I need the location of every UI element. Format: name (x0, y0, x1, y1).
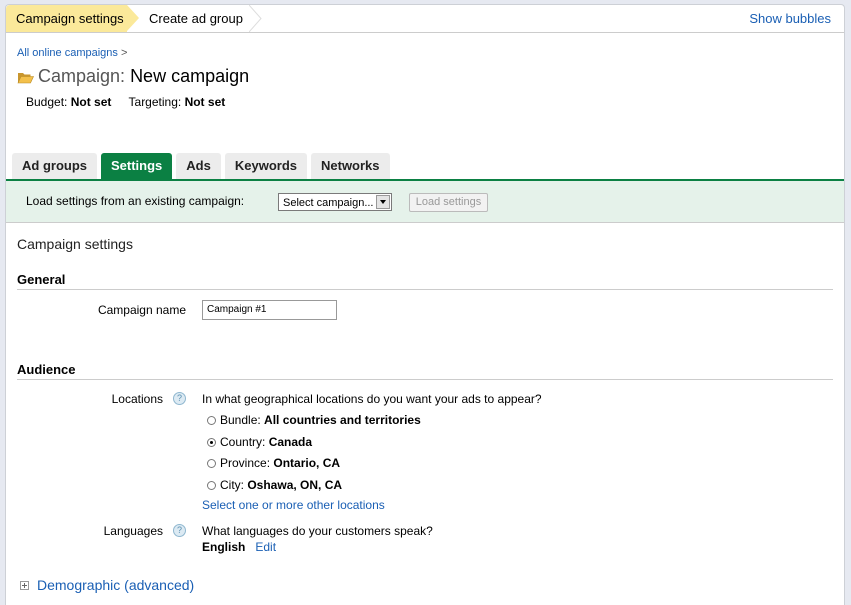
page-title: Campaign: New campaign (17, 65, 249, 87)
tab-ad-groups[interactable]: Ad groups (12, 153, 97, 179)
budget-label: Budget: (26, 95, 68, 109)
breadcrumb-separator: > (120, 47, 128, 59)
language-value: English (202, 540, 246, 554)
tab-keywords[interactable]: Keywords (224, 153, 307, 179)
tab-networks[interactable]: Networks (311, 153, 390, 179)
breadcrumb: All online campaigns > (17, 47, 127, 59)
help-icon[interactable]: ? (173, 392, 186, 405)
campaign-select-value: Select campaign... (283, 197, 374, 209)
expand-plus-icon[interactable] (20, 581, 29, 590)
load-settings-bar: Load settings from an existing campaign:… (6, 181, 844, 223)
general-heading: General (17, 272, 833, 290)
load-settings-label: Load settings from an existing campaign: (26, 194, 245, 208)
option-type: City: (220, 478, 244, 492)
show-bubbles-link[interactable]: Show bubbles (749, 5, 831, 32)
option-type: Bundle: (220, 413, 261, 427)
option-type: Country: (220, 435, 266, 449)
tab-ads[interactable]: Ads (176, 153, 221, 179)
option-type: Province: (220, 456, 271, 470)
location-option-country[interactable]: Country: Canada (207, 435, 312, 449)
campaign-select[interactable]: Select campaign... (278, 193, 392, 211)
select-other-locations-link[interactable]: Select one or more other locations (202, 498, 385, 512)
demographic-expander[interactable]: Demographic (advanced) (20, 577, 194, 593)
radio-button-selected[interactable] (207, 438, 216, 447)
section-title: Campaign settings (17, 236, 133, 252)
breadcrumb-all-online-campaigns[interactable]: All online campaigns (17, 47, 118, 59)
option-value: Ontario, CA (273, 456, 341, 470)
option-value: All countries and territories (264, 413, 421, 427)
locations-label: Locations (111, 392, 163, 406)
dropdown-arrow-icon[interactable] (376, 195, 390, 209)
wizard-step-campaign-settings[interactable]: Campaign settings (6, 5, 127, 32)
languages-question: What languages do your customers speak? (202, 524, 433, 538)
radio-button[interactable] (207, 481, 216, 490)
location-option-province[interactable]: Province: Ontario, CA (207, 456, 340, 470)
budget-value: Not set (70, 95, 112, 109)
radio-button[interactable] (207, 459, 216, 468)
targeting-label: Targeting: (128, 95, 182, 109)
tab-bar: Ad groups Settings Ads Keywords Networks (12, 153, 394, 179)
languages-label: Languages (103, 524, 163, 538)
step-arrow (249, 5, 262, 32)
load-settings-button[interactable]: Load settings (409, 193, 488, 212)
locations-question: In what geographical locations do you wa… (202, 392, 542, 406)
radio-button[interactable] (207, 416, 216, 425)
wizard-step-create-ad-group[interactable]: Create ad group (139, 5, 259, 32)
option-value: Oshawa, ON, CA (247, 478, 343, 492)
demographic-label: Demographic (advanced) (37, 577, 195, 593)
main-panel: Campaign settings Create ad group Show b… (5, 4, 845, 605)
help-icon[interactable]: ? (173, 524, 186, 537)
title-prefix: Campaign: (38, 66, 126, 86)
location-option-city[interactable]: City: Oshawa, ON, CA (207, 478, 342, 492)
folder-open-icon (17, 72, 34, 84)
tab-settings[interactable]: Settings (101, 153, 173, 179)
wizard-steps: Campaign settings Create ad group Show b… (6, 5, 844, 33)
option-value: Canada (268, 435, 313, 449)
campaign-title: New campaign (130, 66, 250, 86)
campaign-name-label: Campaign name (97, 303, 186, 317)
audience-heading: Audience (17, 362, 833, 380)
targeting-value: Not set (184, 95, 226, 109)
location-option-bundle[interactable]: Bundle: All countries and territories (207, 413, 421, 427)
step-arrow (127, 5, 139, 31)
edit-languages-link[interactable]: Edit (255, 540, 276, 554)
campaign-name-input[interactable]: Campaign #1 (202, 300, 337, 320)
languages-value-row: English Edit (202, 540, 276, 554)
campaign-meta: Budget: Not set Targeting: Not set (26, 95, 239, 109)
